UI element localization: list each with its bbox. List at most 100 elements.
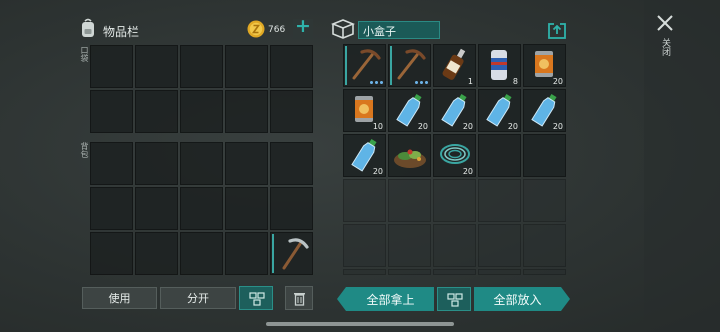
pocket-slot[interactable]: [135, 45, 178, 88]
container-slot[interactable]: 20: [523, 44, 566, 87]
container-slot[interactable]: [523, 134, 566, 177]
trash-icon: [293, 291, 306, 314]
canned-food-icon: [353, 94, 375, 128]
backpack-slot[interactable]: [270, 142, 313, 185]
pickaxe-icon: [393, 47, 427, 85]
pocket-slot[interactable]: [90, 45, 133, 88]
backpack-slot[interactable]: [270, 232, 313, 275]
container-slot[interactable]: 20: [433, 134, 476, 177]
add-coins-button[interactable]: +: [293, 15, 313, 39]
use-button[interactable]: 使用: [82, 287, 157, 309]
container-slot[interactable]: 8: [478, 44, 521, 87]
item-count: 20: [552, 77, 563, 86]
herb-pile-icon: [392, 142, 428, 174]
put-all-button[interactable]: 全部放入: [474, 287, 570, 311]
upload-icon: [548, 22, 566, 39]
trash-button[interactable]: [285, 286, 313, 310]
item-count: 20: [462, 167, 473, 176]
container-slot[interactable]: [343, 224, 386, 267]
backpack-slot[interactable]: [180, 187, 223, 230]
container-slot[interactable]: 20: [388, 89, 431, 132]
pocket-slot[interactable]: [180, 45, 223, 88]
put-all-label: 全部放入: [493, 293, 542, 307]
container-slot[interactable]: 1: [433, 44, 476, 87]
grid-sort-icon: [249, 292, 265, 314]
pocket-slot[interactable]: [180, 90, 223, 133]
backpack-slot[interactable]: [90, 187, 133, 230]
item-count: 10: [372, 122, 383, 131]
container-slot[interactable]: 20: [523, 89, 566, 132]
pickaxe-icon: [276, 235, 310, 275]
item-count: 20: [417, 122, 428, 131]
container-title: 小盒子: [363, 25, 396, 38]
backpack-slot[interactable]: [90, 142, 133, 185]
pocket-slot[interactable]: [270, 90, 313, 133]
close-button[interactable]: 关闭: [652, 12, 678, 68]
durability-bar: [272, 234, 274, 273]
container-slot[interactable]: [388, 269, 431, 275]
backpack-slot[interactable]: [225, 187, 268, 230]
container-slot[interactable]: [478, 179, 521, 222]
container-slot[interactable]: 10: [343, 89, 386, 132]
container-slot[interactable]: 20: [478, 89, 521, 132]
container-slot[interactable]: [478, 269, 521, 275]
container-slot[interactable]: 20: [343, 134, 386, 177]
container-slot[interactable]: [343, 44, 386, 87]
container-slot[interactable]: [388, 44, 431, 87]
durability-bar: [345, 46, 347, 85]
sort-inventory-button[interactable]: [239, 286, 273, 310]
take-all-label: 全部拿上: [366, 293, 415, 307]
backpack-slot[interactable]: [180, 232, 223, 275]
durability-dots: [414, 81, 428, 84]
item-count: 20: [507, 122, 518, 131]
container-slot[interactable]: [478, 134, 521, 177]
item-count: 20: [372, 167, 383, 176]
soda-can-icon: [489, 48, 509, 86]
backpack-slot[interactable]: [135, 142, 178, 185]
container-slot[interactable]: 20: [433, 89, 476, 132]
container-slot[interactable]: [388, 179, 431, 222]
backpack-icon: [80, 18, 96, 38]
backpack-slot[interactable]: [90, 232, 133, 275]
container-slot[interactable]: [388, 134, 431, 177]
split-button[interactable]: 分开: [160, 287, 236, 309]
coin-count: 766: [268, 25, 286, 35]
close-label: 关闭: [660, 38, 670, 56]
sort-container-button[interactable]: [437, 287, 471, 311]
backpack-slot[interactable]: [225, 232, 268, 275]
box-icon: [330, 18, 356, 40]
container-slot[interactable]: [343, 179, 386, 222]
pocket-slot[interactable]: [225, 45, 268, 88]
backpack-slot[interactable]: [135, 232, 178, 275]
container-slot[interactable]: [478, 224, 521, 267]
backpack-slot[interactable]: [135, 187, 178, 230]
plus-icon: +: [295, 15, 311, 37]
container-slot[interactable]: [388, 224, 431, 267]
durability-dots: [369, 81, 383, 84]
grid-sort-icon: [447, 293, 463, 315]
upload-button[interactable]: [548, 21, 566, 39]
pocket-slot[interactable]: [270, 45, 313, 88]
container-slot[interactable]: [433, 269, 476, 275]
whiskey-bottle-icon: [441, 47, 469, 87]
take-all-button[interactable]: 全部拿上: [337, 287, 434, 311]
backpack-slot[interactable]: [225, 142, 268, 185]
item-count: 1: [467, 77, 473, 86]
container-slot[interactable]: [433, 224, 476, 267]
pocket-slot[interactable]: [135, 90, 178, 133]
pocket-slot[interactable]: [90, 90, 133, 133]
container-slot[interactable]: [523, 269, 566, 275]
item-count: 8: [512, 77, 518, 86]
inventory-title: 物品栏: [103, 25, 140, 39]
item-count: 20: [552, 122, 563, 131]
canned-food-icon: [533, 49, 555, 83]
container-slot[interactable]: [523, 179, 566, 222]
container-slot[interactable]: [343, 269, 386, 275]
close-icon: [656, 14, 674, 36]
pocket-slot[interactable]: [225, 90, 268, 133]
container-slot[interactable]: [433, 179, 476, 222]
container-slot[interactable]: [523, 224, 566, 267]
backpack-slot[interactable]: [180, 142, 223, 185]
backpack-slot[interactable]: [270, 187, 313, 230]
coin-icon: [247, 20, 265, 38]
